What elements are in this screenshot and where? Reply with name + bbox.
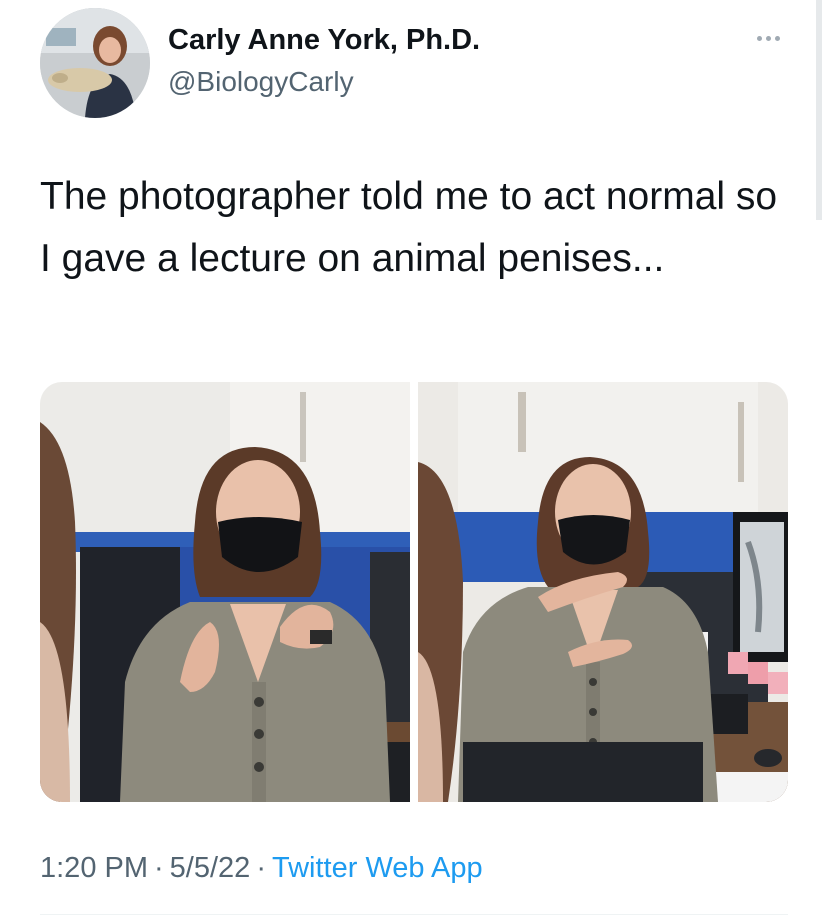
divider [40, 914, 788, 915]
author-name[interactable]: Carly Anne York, Ph.D. [168, 24, 480, 57]
photo-woman-masked-gesturing-desk-icon [418, 382, 788, 802]
tweet-text: The photographer told me to act normal s… [40, 175, 778, 280]
tweet-time[interactable]: 1:20 PM [40, 852, 148, 884]
author-handle[interactable]: @BiologyCarly [168, 66, 354, 98]
tweet-media [40, 382, 788, 802]
tweet-photo-2[interactable] [418, 382, 788, 802]
tweet-source-link[interactable]: Twitter Web App [272, 852, 483, 884]
separator-1: · [154, 852, 164, 884]
photo-woman-masked-gesturing-icon [40, 382, 410, 802]
tweet-date[interactable]: 5/5/22 [170, 852, 251, 884]
tweet-photo-1[interactable] [40, 382, 410, 802]
scrollbar[interactable] [816, 0, 822, 220]
separator-2: · [256, 852, 266, 884]
tweet-timestamp-row: 1:20 PM · 5/5/22 · Twitter Web App [40, 852, 483, 885]
more-options-icon[interactable] [750, 28, 786, 48]
author-avatar[interactable] [40, 8, 150, 118]
avatar-image [40, 8, 150, 118]
tweet: Carly Anne York, Ph.D. @BiologyCarly The… [0, 0, 828, 922]
